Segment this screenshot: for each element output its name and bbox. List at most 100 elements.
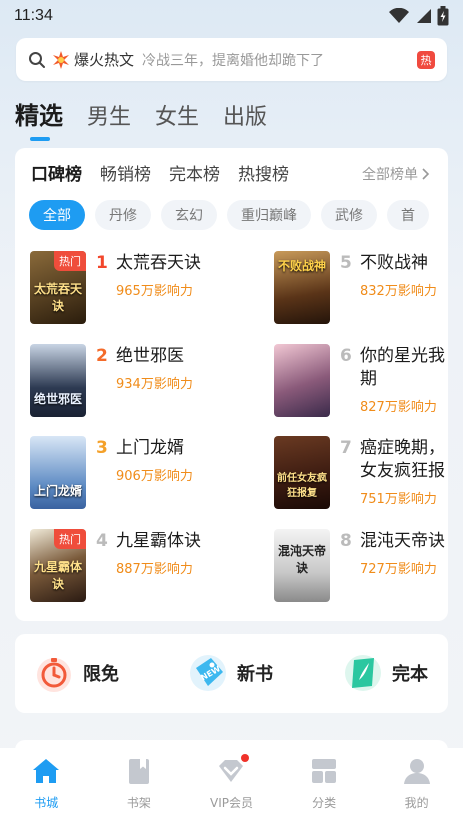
book-influence: 934万影响力 [116,377,193,392]
hot-badge: 热门 [54,251,86,271]
status-time: 11:34 [14,7,53,24]
book-cover: 前任女友疯狂报复 [274,436,330,509]
book-title: 绝世邪医 [116,346,184,366]
book-cover [274,344,330,417]
book-title-line: 女友疯狂报 [360,461,445,481]
tab-label: 男生 [87,105,132,130]
quick-entry-label: 新书 [237,664,273,685]
flame-burst-icon [53,50,69,69]
feather-book-icon [345,655,381,691]
search-icon [29,51,45,68]
nav-label: VIP会员 [209,796,253,810]
book-cover: 上门龙婿 [30,436,86,509]
nav-label: 我的 [404,796,429,810]
bottom-nav: 书城 书架 VIP会员 分类 我的 [0,748,463,823]
book-cover: 太荒吞天诀 热门 [30,251,86,324]
quick-entry-label: 完本 [392,664,428,685]
genre-chips: 全部 丹修 玄幻 重归巅峰 武修 首 [29,200,429,230]
rank-number: 2 [96,346,108,366]
nav-bookshelf[interactable]: 书架 [109,756,169,811]
hot-tag-badge: 热 [417,50,435,69]
tab-jingxuan[interactable]: 精选 [15,96,63,141]
home-icon [33,759,60,783]
book-item[interactable]: 上门龙婿 3 上门龙婿 906万影响力 [30,436,230,510]
book-title-line: 癌症晚期， [360,438,445,458]
category-icon [312,759,337,783]
tab-label: 出版 [223,105,268,130]
book-item[interactable]: 九星霸体诀 热门 4 九星霸体诀 887万影响力 [30,529,230,603]
all-rankings-label: 全部榜单 [362,167,418,183]
nav-profile[interactable]: 我的 [387,756,447,811]
rank-tab-bestseller[interactable]: 畅销榜 [100,160,151,185]
tab-male[interactable]: 男生 [87,99,131,131]
tab-female[interactable]: 女生 [155,99,199,131]
book-cover: 九星霸体诀 热门 [30,529,86,602]
wifi-icon [389,8,409,23]
nav-label: 书城 [34,796,59,810]
book-influence: 832万影响力 [360,284,437,299]
ranking-card: 口碑榜 畅销榜 完本榜 热搜榜 全部榜单 全部 丹修 玄幻 重归巅峰 武修 首 … [15,148,448,621]
rank-tab-hotsearch[interactable]: 热搜榜 [238,160,289,185]
book-cover: 混沌天帝诀 [274,529,330,602]
book-title: 不败战神 [360,253,428,273]
battery-icon [437,6,449,26]
nav-bookstore[interactable]: 书城 [16,756,76,811]
status-bar: 11:34 [0,0,463,32]
book-title: 上门龙婿 [116,438,184,458]
channel-tabs: 精选 男生 女生 出版 [15,96,267,141]
nav-vip[interactable]: VIP会员 [201,754,261,811]
search-bar[interactable]: 爆火热文 冷战三年，提离婚他却跪下了 热 [16,38,447,81]
book-title-line: 期 [360,369,377,389]
cover-title: 混沌天帝诀 [277,544,326,575]
book-influence: 965万影响力 [116,284,193,299]
cover-title: 太荒吞天诀 [33,282,82,313]
stopwatch-icon [37,658,71,692]
tab-publish[interactable]: 出版 [223,99,267,131]
nav-label: 分类 [312,796,337,810]
bookmark-icon [128,759,149,784]
book-item[interactable]: 混沌天帝诀 8 混沌天帝诀 727万影响力 [274,529,448,603]
rank-number: 1 [96,253,108,273]
hot-word: 爆火热文 [74,51,135,69]
all-rankings-link[interactable]: 全部榜单 [362,164,430,184]
rank-tab-reputation[interactable]: 口碑榜 [31,160,82,185]
quick-entry-card: 限免 NEW 新书 完本 [15,634,448,713]
cover-title: 前任女友疯狂报复 [277,473,327,499]
chip-danxiu[interactable]: 丹修 [95,200,151,230]
cover-title: 不败战神 [277,259,326,273]
rank-number: 5 [340,253,352,273]
book-cover: 绝世邪医 [30,344,86,417]
cover-title: 上门龙婿 [33,484,82,498]
notification-dot [241,754,250,762]
book-item[interactable]: 6 你的星光我 期 827万影响力 [274,344,448,418]
book-title: 太荒吞天诀 [116,253,201,273]
rank-number: 8 [340,531,352,551]
chip-all[interactable]: 全部 [29,200,85,230]
rank-number: 3 [96,438,108,458]
profile-icon [403,759,430,784]
quick-entry-completed[interactable]: 完本 [342,652,428,694]
tab-label: 女生 [155,105,200,130]
chip-return-peak[interactable]: 重归巅峰 [227,200,311,230]
quick-entry-free[interactable]: 限免 [33,652,119,694]
book-influence: 727万影响力 [360,562,437,577]
rank-tab-completed[interactable]: 完本榜 [169,160,220,185]
chip-xuanhuan[interactable]: 玄幻 [161,200,217,230]
new-tag-icon: NEW [190,655,226,691]
nav-label: 书架 [126,796,151,810]
book-item[interactable]: 不败战神 5 不败战神 832万影响力 [274,251,448,325]
quick-entry-label: 限免 [83,664,119,685]
rank-tabs: 口碑榜 畅销榜 完本榜 热搜榜 [31,160,289,185]
book-item[interactable]: 绝世邪医 2 绝世邪医 934万影响力 [30,344,230,418]
rank-number: 7 [340,438,352,458]
quick-entry-new[interactable]: NEW 新书 [187,652,273,694]
book-title: 混沌天帝诀 [360,531,445,551]
book-influence: 827万影响力 [360,400,437,415]
cover-title: 绝世邪医 [33,392,82,406]
nav-category[interactable]: 分类 [294,756,354,811]
chip-wuxiu[interactable]: 武修 [321,200,377,230]
chip-more[interactable]: 首 [387,200,429,230]
book-item[interactable]: 前任女友疯狂报复 7 癌症晚期， 女友疯狂报 751万影响力 [274,436,448,510]
book-item[interactable]: 太荒吞天诀 热门 1 太荒吞天诀 965万影响力 [30,251,230,325]
book-title-line: 你的星光我 [360,346,445,366]
